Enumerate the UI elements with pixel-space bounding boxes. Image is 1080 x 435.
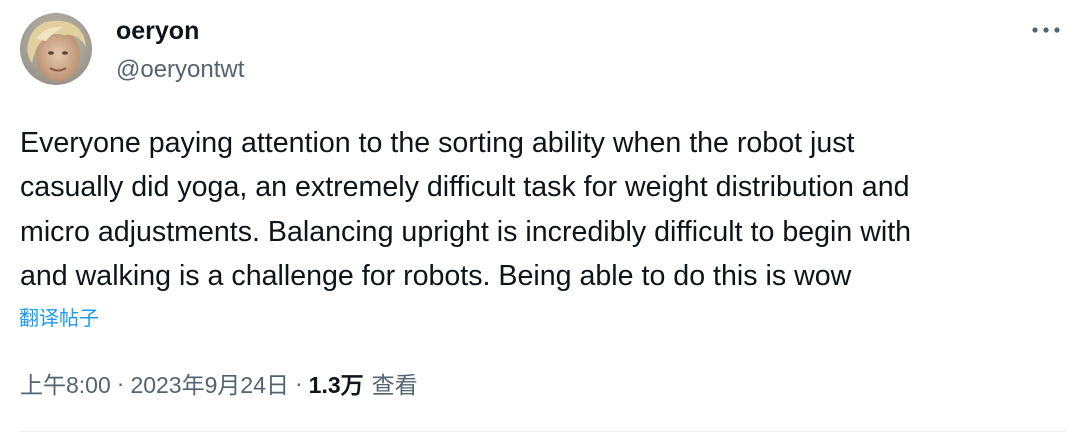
views-label[interactable]: 查看 — [372, 366, 418, 400]
avatar-image — [20, 13, 92, 85]
tweet-metadata: 上午8:00 · 2023年9月24日 · 1.3万 查看 — [20, 365, 418, 401]
display-name[interactable]: oeryon — [116, 15, 199, 47]
avatar[interactable] — [20, 13, 92, 85]
views-count: 1.3万 — [308, 372, 364, 398]
meta-separator: · — [116, 369, 125, 396]
tweet-date[interactable]: 2023年9月24日 — [130, 366, 289, 400]
meta-separator: · — [294, 369, 303, 396]
user-handle[interactable]: @oeryontwt — [116, 54, 244, 86]
tweet-time[interactable]: 上午8:00 — [20, 366, 111, 400]
divider — [20, 431, 1066, 432]
tweet-text: Everyone paying attention to the sorting… — [20, 127, 912, 293]
tweet-card: oeryon @oeryontwt Everyone paying attent… — [0, 0, 1080, 435]
translate-post-link[interactable]: 翻译帖子 — [19, 304, 99, 334]
more-options-button[interactable] — [1026, 16, 1066, 44]
more-horizontal-icon — [1032, 27, 1060, 33]
